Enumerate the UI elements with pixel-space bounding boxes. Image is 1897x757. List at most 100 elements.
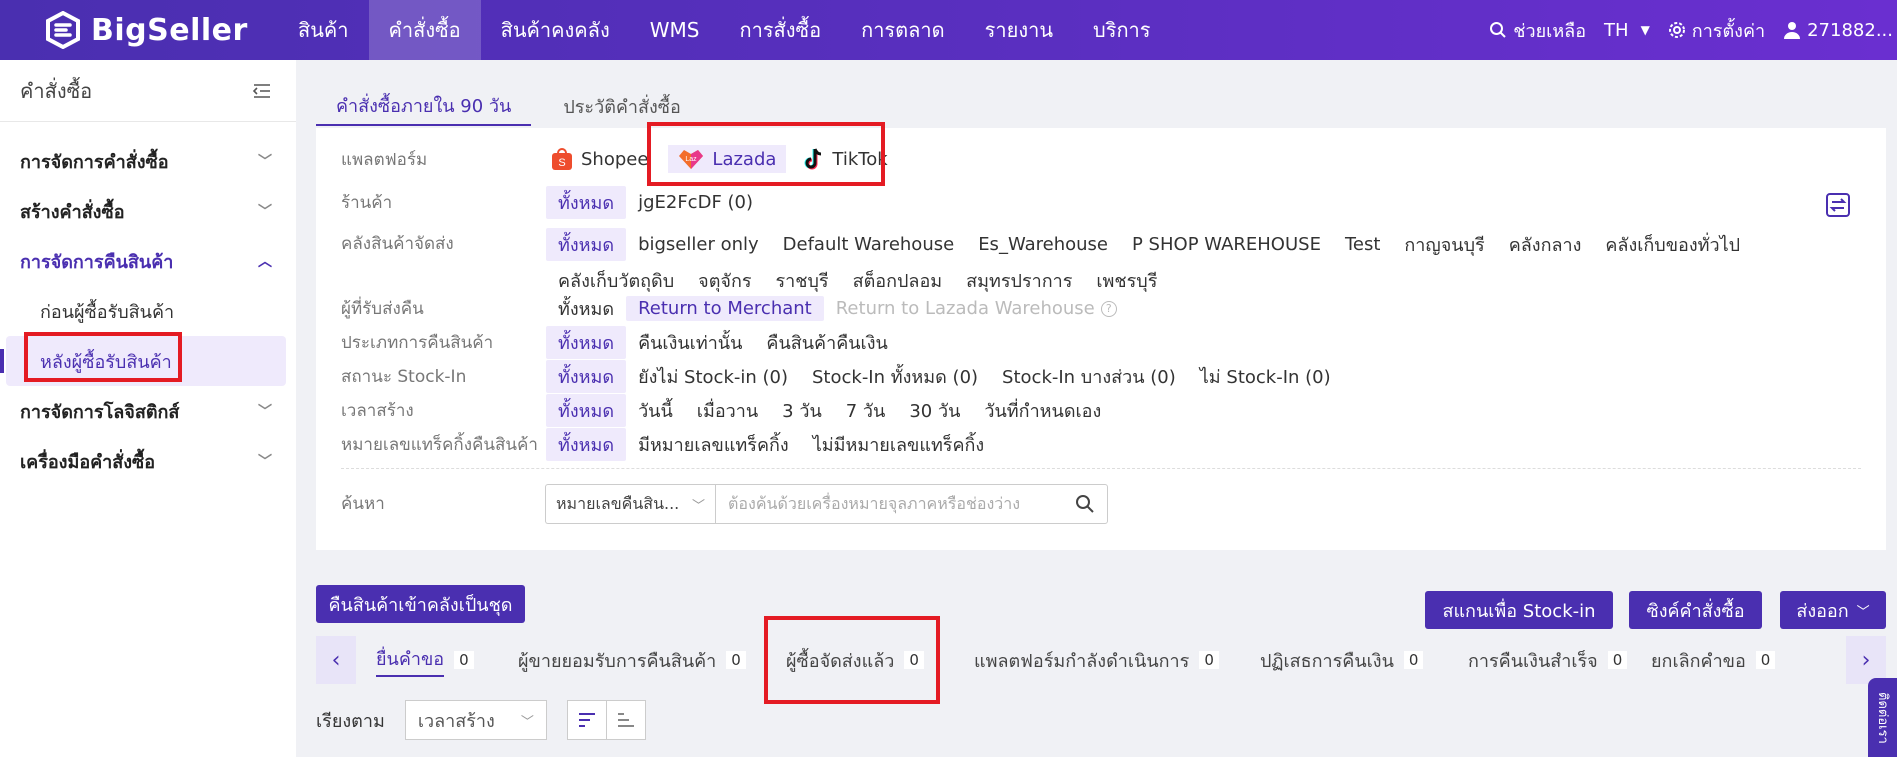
filter-tracking: หมายเลขแทร็คกิ้งคืนสินค้า ทั้งหมด มีหมาย…	[341, 428, 996, 461]
nav-products[interactable]: สินค้า	[278, 0, 369, 60]
recipient-option-warehouse[interactable]: Return to Lazada Warehouse	[824, 296, 1107, 321]
nav-reports[interactable]: รายงาน	[965, 0, 1073, 60]
return-type-option[interactable]: คืนเงินเท่านั้น	[626, 326, 754, 359]
tracking-option[interactable]: มีหมายเลขแทร็คกิ้ง	[626, 428, 801, 461]
batch-stockin-button[interactable]: คืนสินค้าเข้าคลังเป็นชุด	[316, 585, 525, 623]
help-circle-icon[interactable]: ?	[1100, 300, 1117, 317]
sidebar-group-returns[interactable]: การจัดการคืนสินค้า ︿	[0, 236, 296, 286]
highlight-sidebar-item	[24, 332, 182, 382]
return-type-option[interactable]: คืนสินค้าคืนเงิน	[754, 326, 899, 359]
export-button[interactable]: ส่งออก ﹀	[1780, 591, 1886, 629]
store-option-all[interactable]: ทั้งหมด	[546, 186, 627, 219]
tracking-option-all[interactable]: ทั้งหมด	[546, 428, 627, 461]
chevron-up-icon: ︿	[258, 254, 272, 270]
warehouse-option-all[interactable]: ทั้งหมด	[546, 228, 627, 261]
created-option[interactable]: 7 วัน	[834, 394, 898, 427]
warehouse-option[interactable]: Default Warehouse	[771, 232, 967, 257]
nav-inventory[interactable]: สินค้าคงคลัง	[481, 0, 630, 60]
user-label: 271882...	[1807, 19, 1893, 41]
stockin-option[interactable]: Stock-In ทั้งหมด (0)	[800, 360, 990, 393]
language-select[interactable]: TH ▼	[1604, 20, 1650, 41]
sidebar-group-label: การจัดการโลจิสติกส์	[20, 401, 180, 423]
created-option[interactable]: 30 วัน	[897, 394, 972, 427]
store-option[interactable]: jgE2FcDF (0)	[626, 190, 765, 215]
settings-label: การตั้งค่า	[1691, 20, 1766, 42]
warehouse-option[interactable]: Es_Warehouse	[966, 232, 1120, 257]
shopee-icon: S	[552, 148, 572, 170]
created-option[interactable]: 3 วัน	[770, 394, 834, 427]
tab-history[interactable]: ประวัติคำสั่งซื้อ	[543, 86, 701, 126]
nav-services[interactable]: บริการ	[1073, 0, 1171, 60]
platform-label: Shopee	[581, 148, 649, 170]
sort-select[interactable]: เวลาสร้าง ﹀	[404, 700, 547, 740]
filter-store: ร้านค้า ทั้งหมด jgE2FcDF (0)	[341, 186, 765, 219]
filter-label: แพลตฟอร์ม	[341, 149, 428, 170]
created-option[interactable]: เมื่อวาน	[685, 394, 770, 427]
tab-90-days[interactable]: คำสั่งซื้อภายใน 90 วัน	[316, 86, 532, 126]
settings-link[interactable]: การตั้งค่า	[1668, 16, 1765, 45]
sync-orders-button[interactable]: ซิงค์คำสั่งซื้อ	[1629, 591, 1762, 629]
stockin-option-all[interactable]: ทั้งหมด	[546, 360, 627, 393]
filter-settings-icon[interactable]	[1826, 193, 1850, 217]
filter-label: ร้านค้า	[341, 193, 393, 213]
status-tab-platform-processing[interactable]: แพลตฟอร์มกำลังดำเนินการ 0	[974, 636, 1219, 684]
svg-text:S: S	[558, 157, 565, 169]
created-option-all[interactable]: ทั้งหมด	[546, 394, 627, 427]
sidebar-group-logistics[interactable]: การจัดการโลจิสติกส์ ﹀	[0, 386, 296, 436]
platform-shopee[interactable]: S Shopee	[541, 144, 658, 174]
warehouse-option[interactable]: Test	[1333, 232, 1392, 257]
return-type-option-all[interactable]: ทั้งหมด	[546, 326, 627, 359]
chevron-down-icon: ﹀	[258, 154, 272, 170]
status-tab-requested[interactable]: ยื่นคำขอ 0	[376, 636, 474, 684]
stockin-option[interactable]: ยังไม่ Stock-in (0)	[626, 360, 800, 393]
warehouse-option[interactable]: คลังกลาง	[1497, 228, 1594, 261]
sidebar-group-label: การจัดการคำสั่งซื้อ	[20, 151, 169, 173]
created-option[interactable]: วันนี้	[626, 394, 685, 427]
status-tab-label: แพลตฟอร์มกำลังดำเนินการ	[974, 650, 1190, 672]
recipient-option-merchant[interactable]: Return to Merchant	[626, 296, 824, 321]
recipient-option-all[interactable]: ทั้งหมด	[546, 292, 626, 325]
warehouse-option[interactable]: bigseller only	[626, 232, 771, 257]
help-label: ช่วยเหลือ	[1513, 20, 1587, 42]
top-nav-bar: BigSeller สินค้า คำสั่งซื้อ สินค้าคงคลัง…	[0, 0, 1897, 60]
contact-float-tab[interactable]: ติดต่อเรา	[1868, 678, 1897, 757]
nav-orders[interactable]: คำสั่งซื้อ	[368, 0, 481, 60]
status-tab-cancelled[interactable]: ยกเลิกคำขอ 0	[1651, 636, 1776, 684]
chevron-down-icon: ﹀	[258, 404, 272, 420]
sidebar-item-before-receipt[interactable]: ก่อนผู้ซื้อรับสินค้า	[0, 286, 296, 336]
filter-divider	[341, 468, 1861, 469]
created-option[interactable]: วันที่กำหนดเอง	[972, 394, 1113, 427]
sort-descending-button[interactable]	[566, 700, 607, 740]
status-tab-refund-rejected[interactable]: ปฏิเสธการคืนเงิน 0	[1260, 636, 1424, 684]
nav-purchase[interactable]: การสั่งซื้อ	[719, 0, 841, 60]
warehouse-option[interactable]: กาญจนบุรี	[1392, 228, 1496, 261]
search-input[interactable]: ต้องค้นด้วยเครื่องหมายจุลภาคหรือช่องว่าง	[715, 484, 1108, 524]
sidebar-group-create-order[interactable]: สร้างคำสั่งซื้อ ﹀	[0, 186, 296, 236]
tracking-option[interactable]: ไม่มีหมายเลขแทร็คกิ้ง	[801, 428, 997, 461]
search-icon[interactable]	[1075, 494, 1095, 514]
top-right-menu: ช่วยเหลือ TH ▼ การตั้งค่า 271882...	[1489, 0, 1897, 60]
stockin-option[interactable]: ไม่ Stock-In (0)	[1188, 360, 1343, 393]
status-tab-seller-accepted[interactable]: ผู้ขายยอมรับการคืนสินค้า 0	[518, 636, 746, 684]
scan-stockin-button[interactable]: สแกนเพื่อ Stock-in	[1425, 591, 1613, 629]
help-link[interactable]: ช่วยเหลือ	[1489, 16, 1586, 45]
warehouse-option[interactable]: คลังเก็บของทั่วไป	[1593, 228, 1752, 261]
chevron-right-icon[interactable]: ›	[1846, 636, 1886, 684]
sidebar-title: คำสั่งซื้อ	[20, 78, 93, 103]
collapse-menu-icon[interactable]	[252, 83, 272, 99]
nav-marketing[interactable]: การตลาด	[841, 0, 965, 60]
nav-wms[interactable]: WMS	[630, 0, 720, 60]
warehouse-option[interactable]: P SHOP WAREHOUSE	[1120, 232, 1333, 257]
stockin-option[interactable]: Stock-In บางส่วน (0)	[990, 360, 1188, 393]
sort-ascending-button[interactable]	[605, 700, 646, 740]
sidebar-group-order-tools[interactable]: เครื่องมือคำสั่งซื้อ ﹀	[0, 436, 296, 486]
chevron-down-icon: ﹀	[520, 714, 534, 730]
chevron-left-icon[interactable]: ‹	[316, 636, 356, 684]
status-tab-refund-success[interactable]: การคืนเงินสำเร็จ 0	[1468, 636, 1628, 684]
caret-down-icon: ▼	[1640, 23, 1650, 37]
search-type-select[interactable]: หมายเลขคืนสิน... ﹀	[545, 484, 715, 524]
chevron-down-icon: ﹀	[258, 454, 272, 470]
bigseller-logo[interactable]: BigSeller	[45, 10, 248, 50]
sidebar-group-order-management[interactable]: การจัดการคำสั่งซื้อ ﹀	[0, 136, 296, 186]
user-menu[interactable]: 271882...	[1783, 20, 1893, 41]
